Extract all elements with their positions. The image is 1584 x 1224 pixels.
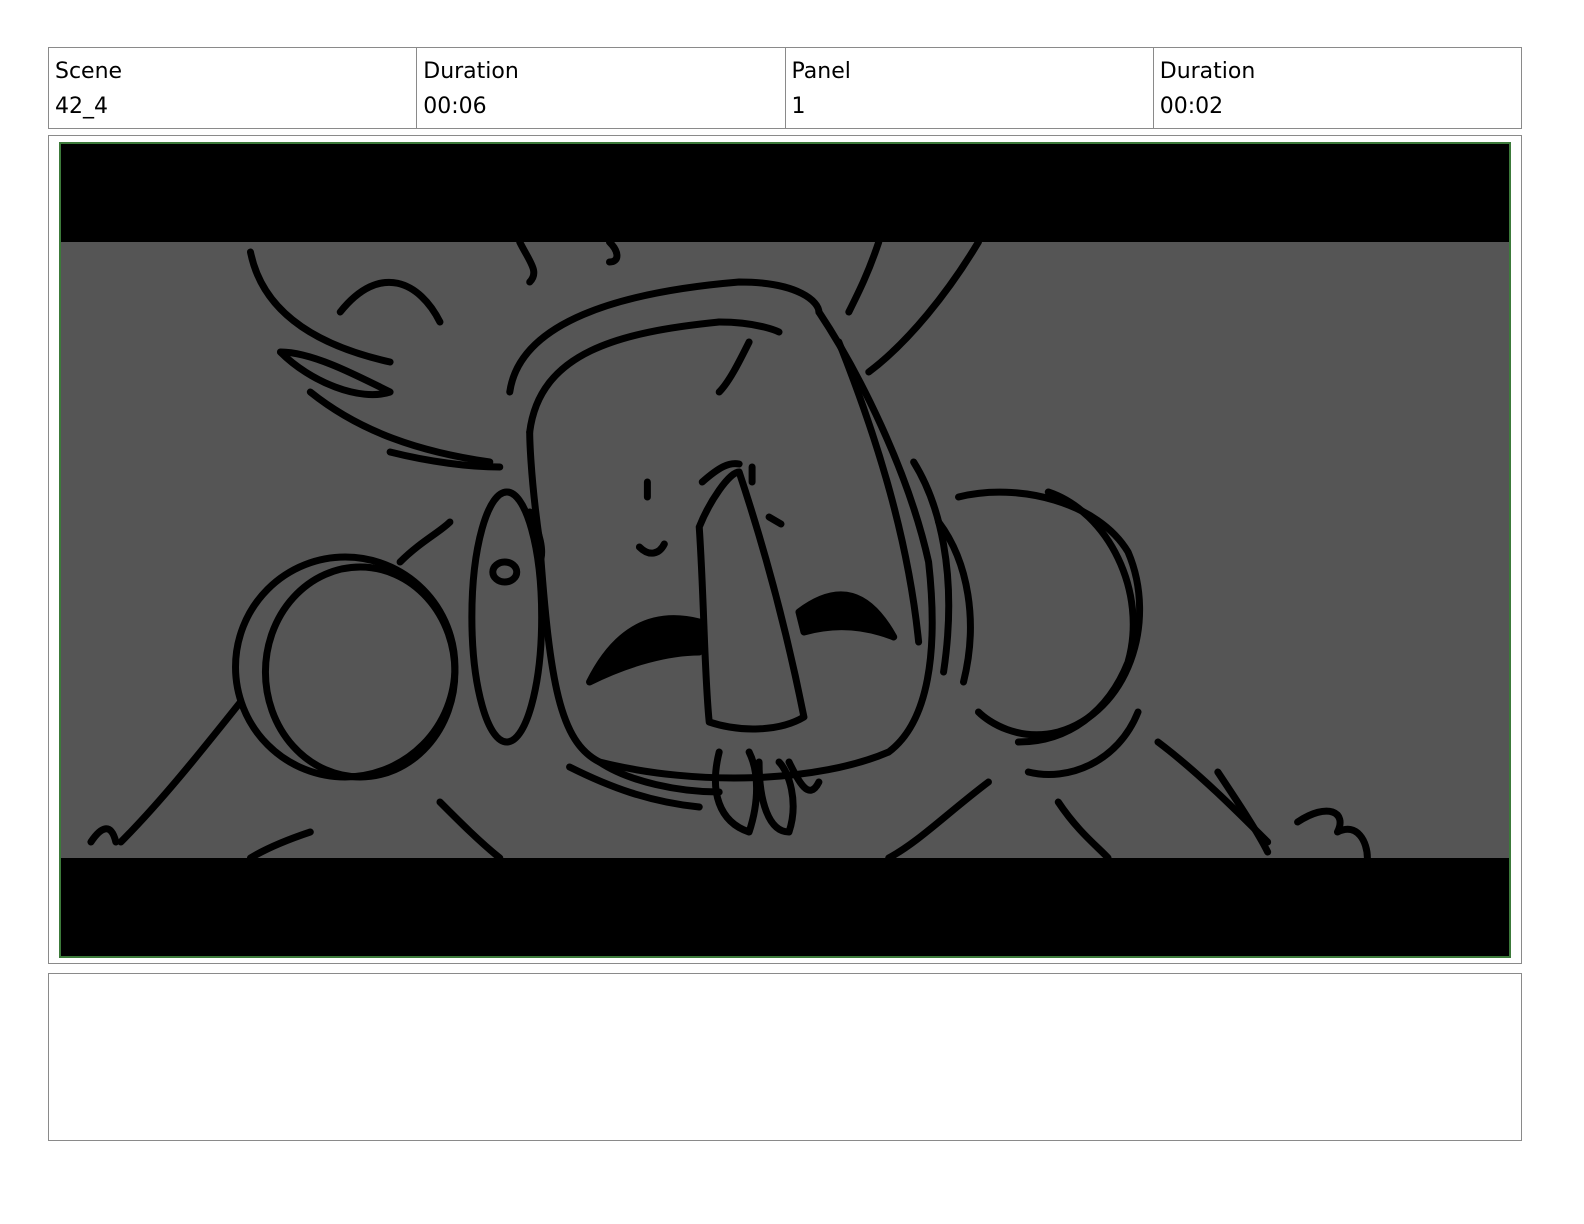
panel-duration-label: Duration: [1159, 59, 1256, 84]
panel-notes-box[interactable]: [48, 973, 1522, 1141]
letterbox-bottom-bar: [61, 858, 1509, 956]
character-sketch: [87, 242, 1371, 858]
storyboard-panel-frame: [48, 135, 1522, 964]
storyboard-panel-image: [59, 142, 1511, 958]
panel-cell: Panel 1: [786, 48, 1154, 128]
panel-duration-value: 00:02: [1159, 94, 1224, 119]
scene-duration-value: 00:06: [423, 94, 487, 119]
letterbox-top-bar: [61, 144, 1509, 242]
scene-cell: Scene 42_4: [49, 48, 418, 128]
scene-label: Scene: [55, 59, 123, 84]
scene-duration-label: Duration: [423, 59, 519, 84]
panel-duration-cell: Duration 00:02: [1154, 48, 1521, 128]
panel-info-table: Scene 42_4 Duration 00:06 Panel 1 Durati…: [48, 47, 1522, 129]
panel-value: 1: [791, 94, 806, 119]
scene-duration-cell: Duration 00:06: [417, 48, 786, 128]
panel-label: Panel: [791, 59, 851, 84]
scene-value: 42_4: [55, 94, 108, 119]
